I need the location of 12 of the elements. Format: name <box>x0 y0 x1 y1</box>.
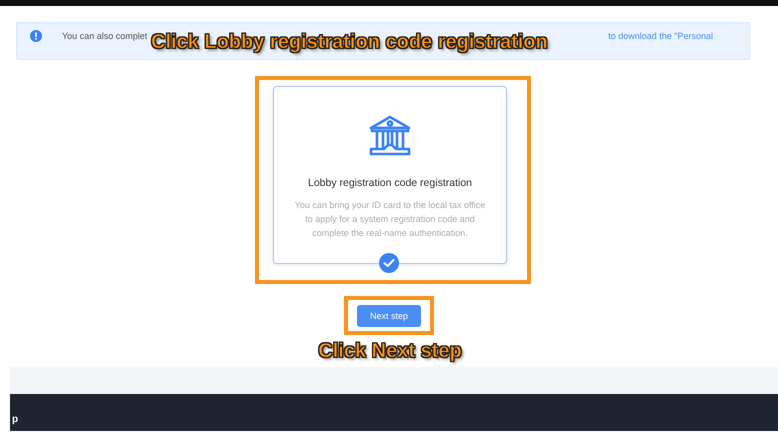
callout-label: Click Next step <box>318 340 462 363</box>
download-link[interactable]: to download the "Personal <box>608 30 713 42</box>
bank-icon <box>368 114 412 158</box>
next-step-button[interactable]: Next step <box>357 304 421 326</box>
option-card[interactable]: Lobby registration code registration You can bring your ID card to the local tax office to apply for a system registration code and complete the real-name authentication. <box>273 86 507 264</box>
notice-text: You can also complet <box>62 30 148 42</box>
check-icon <box>379 253 399 273</box>
info-icon <box>30 30 42 42</box>
callout-label: Click Lobby registration code registration <box>151 31 548 54</box>
card-description: You can bring your ID card to the local tax office to apply for a system registration code and complete the real-name authentication. <box>294 199 486 240</box>
card-title: Lobby registration code registration <box>308 177 472 189</box>
footer-text: p <box>11 414 18 427</box>
